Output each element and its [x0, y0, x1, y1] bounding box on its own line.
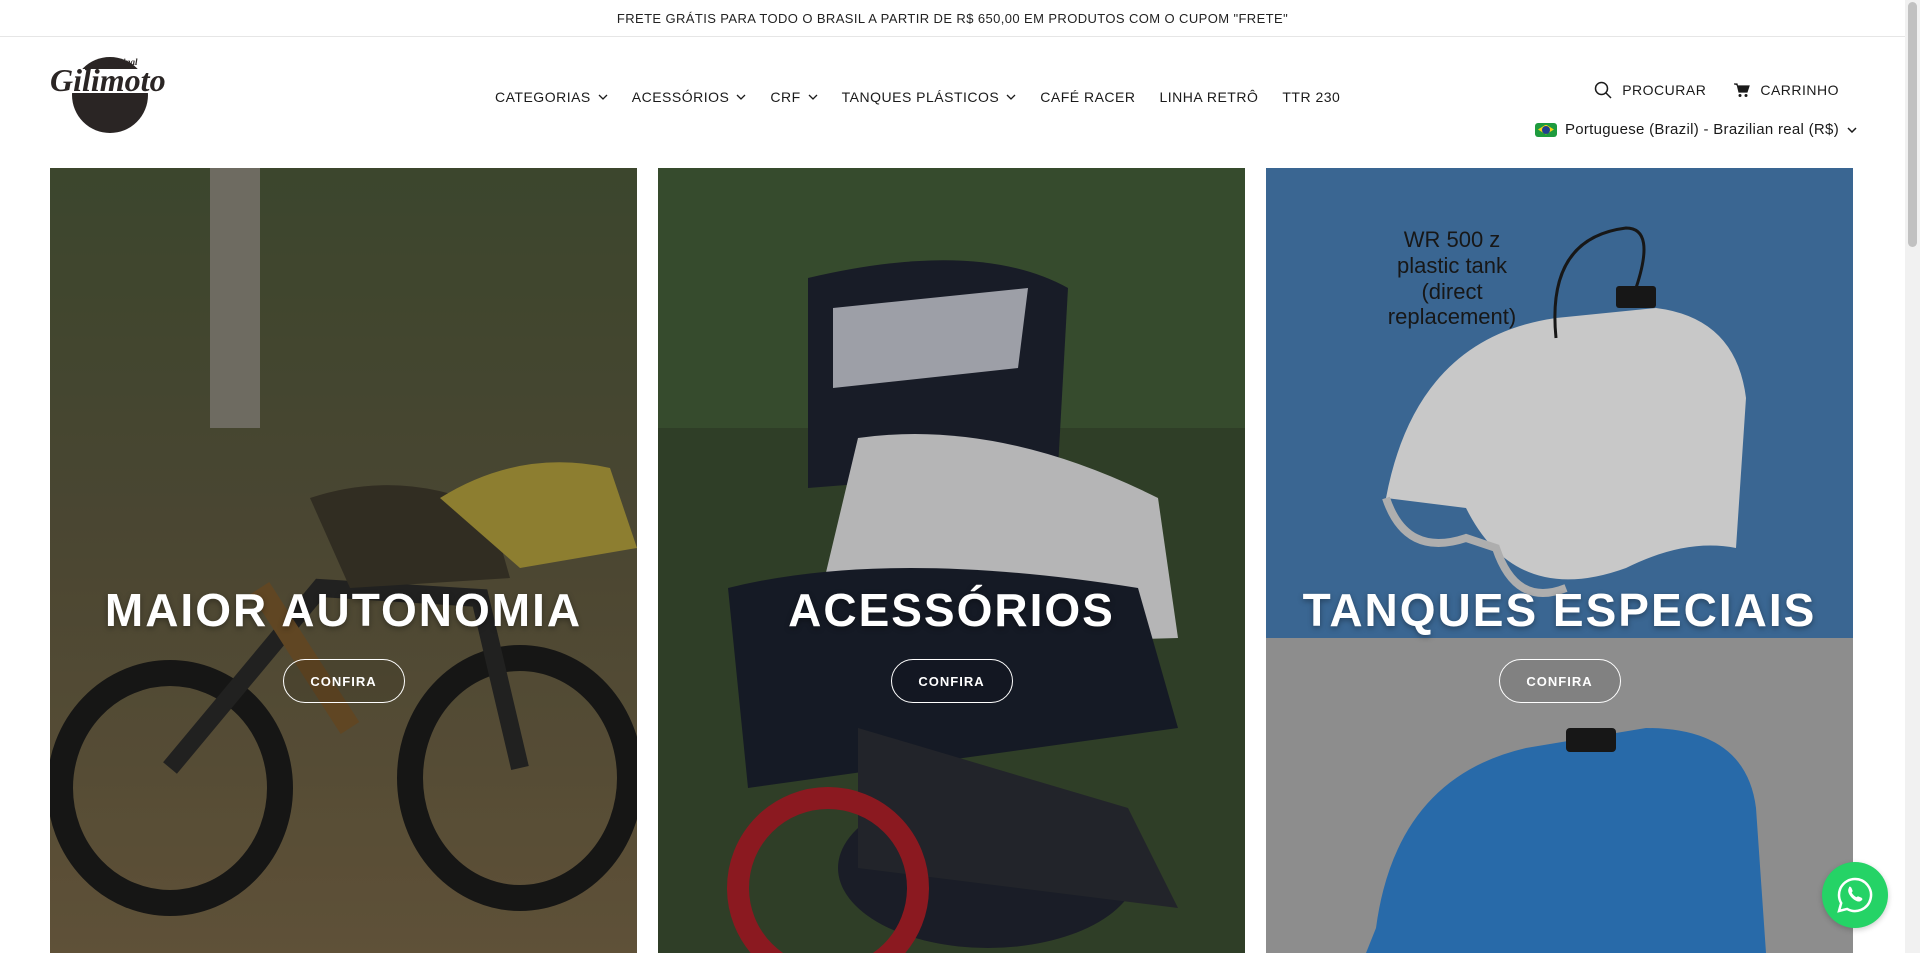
site-header: original Gilimoto CATEGORIAS ACESSÓRIOS … [0, 37, 1905, 167]
nav-label: TANQUES PLÁSTICOS [841, 89, 1000, 105]
chevron-down-icon [736, 94, 746, 100]
card-title: ACESSÓRIOS [788, 584, 1115, 636]
confira-button[interactable]: CONFIRA [282, 659, 405, 703]
card-maior-autonomia[interactable]: MAIOR AUTONOMIA CONFIRA [50, 168, 637, 953]
nav-item-acessorios[interactable]: ACESSÓRIOS [632, 89, 747, 105]
cart-icon [1734, 82, 1751, 97]
search-button[interactable]: PROCURAR [1594, 81, 1706, 99]
nav-label: CAFÉ RACER [1040, 89, 1136, 105]
chevron-down-icon [598, 94, 608, 100]
logo-text: Gilimoto [50, 62, 166, 98]
nav-item-tanques-plasticos[interactable]: TANQUES PLÁSTICOS [842, 89, 1017, 105]
nav-item-linha-retro[interactable]: LINHA RETRÔ [1159, 89, 1258, 105]
cart-label: CARRINHO [1760, 82, 1839, 98]
whatsapp-button[interactable] [1822, 862, 1888, 928]
card-title: TANQUES ESPECIAIS [1302, 584, 1817, 636]
chevron-down-icon [808, 94, 818, 100]
nav-item-cafe-racer[interactable]: CAFÉ RACER [1040, 89, 1135, 105]
chevron-down-icon [1006, 94, 1016, 100]
nav-label: ACESSÓRIOS [631, 89, 730, 105]
announcement-bar: FRETE GRÁTIS PARA TODO O BRASIL A PARTIR… [0, 0, 1905, 37]
brand-logo[interactable]: original Gilimoto [48, 51, 172, 135]
card-overlay [50, 168, 637, 953]
page-scrollbar[interactable] [1905, 0, 1920, 953]
nav-item-categorias[interactable]: CATEGORIAS [495, 89, 608, 105]
card-overlay [1266, 168, 1853, 953]
logo-mark: original Gilimoto [48, 57, 172, 133]
chevron-down-icon [1847, 126, 1857, 133]
nav-label: LINHA RETRÔ [1159, 89, 1259, 105]
nav-item-ttr-230[interactable]: TTR 230 [1282, 89, 1340, 105]
search-label: PROCURAR [1622, 82, 1707, 98]
nav-label: CRF [770, 89, 801, 105]
search-icon [1594, 81, 1612, 99]
brazil-flag-icon [1534, 122, 1557, 137]
hero-cards: MAIOR AUTONOMIA CONFIRA ACESSÓRIOS CONFI… [50, 168, 1853, 953]
cart-button[interactable]: CARRINHO [1734, 82, 1839, 98]
whatsapp-icon [1837, 877, 1873, 913]
card-acessorios[interactable]: ACESSÓRIOS CONFIRA [658, 168, 1245, 953]
nav-label: TTR 230 [1282, 89, 1341, 105]
confira-button[interactable]: CONFIRA [890, 659, 1013, 703]
nav-item-crf[interactable]: CRF [770, 89, 818, 105]
card-tanques-especiais[interactable]: WR 500 z plastic tank (direct replacemen… [1266, 168, 1853, 953]
confira-button[interactable]: CONFIRA [1498, 659, 1621, 703]
announcement-text: FRETE GRÁTIS PARA TODO O BRASIL A PARTIR… [616, 10, 1289, 26]
locale-selector[interactable]: Portuguese (Brazil) - Brazilian real (R$… [1534, 121, 1857, 138]
locale-label: Portuguese (Brazil) - Brazilian real (R$… [1564, 121, 1839, 138]
nav-label: CATEGORIAS [495, 89, 591, 105]
card-overlay [658, 168, 1245, 953]
main-nav: CATEGORIAS ACESSÓRIOS CRF TANQUES PLÁSTI… [495, 85, 1364, 109]
header-tools: PROCURAR CARRINHO [1566, 81, 1839, 99]
card-title: MAIOR AUTONOMIA [104, 584, 583, 636]
scrollbar-thumb[interactable] [1908, 2, 1917, 247]
